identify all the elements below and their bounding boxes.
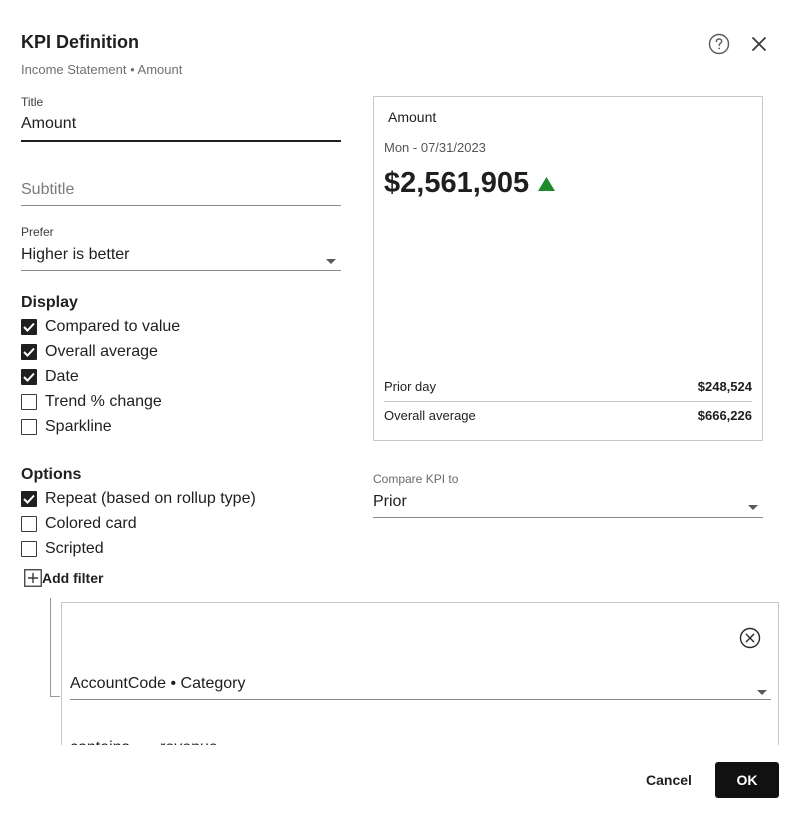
cancel-button[interactable]: Cancel xyxy=(636,762,702,798)
filter-field-underline xyxy=(70,699,771,700)
compare-label: Compare KPI to xyxy=(373,472,459,486)
preview-row-label: Prior day xyxy=(384,378,437,394)
display-option-label: Trend % change xyxy=(45,392,162,410)
checkbox-repeat[interactable] xyxy=(21,490,37,507)
checkbox-date[interactable] xyxy=(21,368,37,385)
checkbox-scripted[interactable] xyxy=(21,540,37,557)
preview-row-label: Overall average xyxy=(384,407,476,423)
compare-underline xyxy=(373,517,763,518)
options-heading: Options xyxy=(21,466,82,483)
preview-value: $2,561,905 xyxy=(384,167,530,199)
display-heading: Display xyxy=(21,294,78,311)
display-option-sparkline[interactable]: Sparkline xyxy=(21,414,180,439)
title-field-value: Amount xyxy=(21,115,77,132)
kpi-preview-card: Amount Mon - 07/31/2023 $2,561,905 Prior… xyxy=(373,96,763,441)
ok-button[interactable]: OK xyxy=(715,762,779,798)
checkbox-average[interactable] xyxy=(21,343,37,360)
title-field-label: Title xyxy=(21,95,44,109)
checkbox-trend[interactable] xyxy=(21,393,37,410)
remove-filter-icon[interactable] xyxy=(737,625,763,651)
display-option-label: Compared to value xyxy=(45,317,181,335)
display-option-label: Overall average xyxy=(45,342,158,360)
display-option-average[interactable]: Overall average xyxy=(21,339,180,364)
option-colored-card[interactable]: Colored card xyxy=(21,511,256,536)
breadcrumb: Income Statement • Amount xyxy=(21,62,183,77)
preview-value-row: $2,561,905 xyxy=(384,167,556,200)
preview-row-amount: $248,524 xyxy=(697,378,752,394)
prefer-select[interactable]: Prefer Higher is better xyxy=(21,225,341,271)
option-label: Colored card xyxy=(45,514,137,532)
display-option-label: Sparkline xyxy=(45,417,112,435)
prefer-value: Higher is better xyxy=(21,246,130,263)
trend-up-icon xyxy=(538,176,556,191)
compare-value: Prior xyxy=(373,493,407,510)
checkbox-colored-card[interactable] xyxy=(21,515,37,532)
display-option-compared[interactable]: Compared to value xyxy=(21,314,180,339)
preview-row-amount: $666,226 xyxy=(697,407,752,423)
filter-card: AccountCode • Category contains revenue xyxy=(61,602,779,762)
display-option-date[interactable]: Date xyxy=(21,364,180,389)
display-options: Compared to value Overall average Date T… xyxy=(21,314,180,439)
compare-select[interactable]: Compare KPI to Prior xyxy=(373,472,763,518)
add-box-icon xyxy=(24,569,42,587)
option-label: Repeat (based on rollup type) xyxy=(45,489,256,507)
subtitle-placeholder: Subtitle xyxy=(21,181,75,198)
option-items: Repeat (based on rollup type) Colored ca… xyxy=(21,486,256,561)
display-option-trend[interactable]: Trend % change xyxy=(21,389,180,414)
filter-field-select[interactable]: AccountCode • Category xyxy=(70,671,771,700)
prefer-underline xyxy=(21,270,341,271)
filter-tree-rail xyxy=(50,598,60,697)
preview-title: Amount xyxy=(388,109,437,125)
option-label: Scripted xyxy=(45,539,104,557)
subtitle-field-underline xyxy=(21,205,341,206)
add-filter-button[interactable]: Add filter xyxy=(24,569,103,587)
filter-field-value: AccountCode • Category xyxy=(70,675,246,692)
dialog-title: KPI Definition xyxy=(21,32,139,52)
preview-date: Mon - 07/31/2023 xyxy=(384,140,486,155)
option-scripted[interactable]: Scripted xyxy=(21,536,256,561)
subtitle-field[interactable]: Subtitle xyxy=(21,178,341,206)
title-field-underline xyxy=(21,140,341,142)
preview-row-average: Overall average $666,226 xyxy=(384,401,752,429)
chevron-down-icon xyxy=(748,498,758,516)
display-option-label: Date xyxy=(45,367,79,385)
prefer-label: Prefer xyxy=(21,225,54,239)
checkbox-sparkline[interactable] xyxy=(21,418,37,435)
close-icon[interactable] xyxy=(746,31,772,57)
title-field[interactable]: Title Amount xyxy=(21,95,341,142)
add-filter-label: Add filter xyxy=(42,570,104,586)
preview-row-prior: Prior day $248,524 xyxy=(384,372,752,400)
chevron-down-icon xyxy=(326,252,336,270)
help-icon[interactable] xyxy=(706,31,732,57)
checkbox-compared[interactable] xyxy=(21,318,37,335)
option-repeat[interactable]: Repeat (based on rollup type) xyxy=(21,486,256,511)
